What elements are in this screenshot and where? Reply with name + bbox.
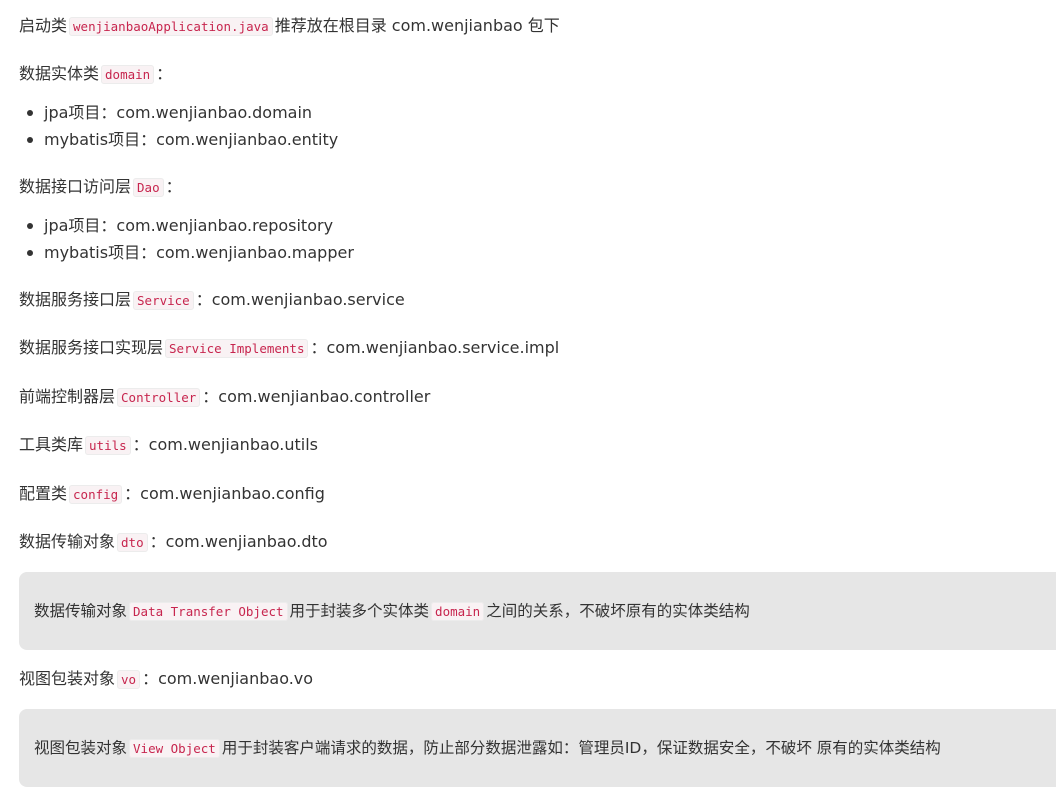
config-code: config xyxy=(69,485,123,504)
dao-list: jpa项目：com.wenjianbao.repository mybatis项… xyxy=(19,212,354,266)
vo-blockquote: 视图包装对象 View Object 用于封装客户端请求的数据，防止部分数据泄露如：… xyxy=(19,709,1056,787)
dto-code: dto xyxy=(117,533,148,552)
list-item: mybatis项目：com.wenjianbao.entity xyxy=(19,126,338,153)
controller-code: Controller xyxy=(117,388,201,407)
bullet-icon xyxy=(27,250,33,256)
dto-quote-text: 数据传输对象 Data Transfer Object 用于封装多个实体类 domai… xyxy=(34,602,750,621)
controller-paragraph: 前端控制器层 Controller ：com.wenjianbao.controll… xyxy=(19,387,431,407)
service-paragraph: 数据服务接口层 Service ：com.wenjianbao.service xyxy=(19,290,405,310)
vo-quote-code: View Object xyxy=(129,739,220,758)
vo-paragraph: 视图包装对象 vo ：com.wenjianbao.vo xyxy=(19,669,314,689)
dao-suffix: ： xyxy=(165,177,182,196)
entity-code: domain xyxy=(101,65,155,84)
startup-suffix: 推荐放在根目录 com.wenjianbao 包下 xyxy=(274,16,560,35)
list-item: jpa项目：com.wenjianbao.domain xyxy=(19,99,338,126)
config-paragraph: 配置类 config ：com.wenjianbao.config xyxy=(19,484,325,504)
startup-class-paragraph: 启动类 wenjianbaoApplication.java 推荐放在根目录 com… xyxy=(19,14,560,38)
entity-prefix: 数据实体类 xyxy=(19,64,100,83)
dto-quote-domain-code: domain xyxy=(431,602,485,621)
vo-quote-text: 视图包装对象 View Object 用于封装客户端请求的数据，防止部分数据泄露如：… xyxy=(34,739,941,758)
dto-quote-code: Data Transfer Object xyxy=(129,602,288,621)
bullet-icon xyxy=(27,223,33,229)
utils-paragraph: 工具类库 utils ：com.wenjianbao.utils xyxy=(19,435,319,455)
dao-prefix: 数据接口访问层 xyxy=(19,177,132,196)
startup-code: wenjianbaoApplication.java xyxy=(69,17,273,36)
service-impl-code: Service Implements xyxy=(165,339,309,358)
startup-prefix: 启动类 xyxy=(19,16,68,35)
service-impl-paragraph: 数据服务接口实现层 Service Implements ：com.wenjianb… xyxy=(19,338,560,358)
dto-blockquote: 数据传输对象 Data Transfer Object 用于封装多个实体类 domai… xyxy=(19,572,1056,650)
dao-code: Dao xyxy=(133,178,164,197)
service-code: Service xyxy=(133,291,194,310)
bullet-icon xyxy=(27,137,33,143)
dao-paragraph: 数据接口访问层 Dao： xyxy=(19,175,182,199)
bullet-icon xyxy=(27,110,33,116)
utils-code: utils xyxy=(85,436,131,455)
entity-suffix: ： xyxy=(156,64,173,83)
list-item: jpa项目：com.wenjianbao.repository xyxy=(19,212,354,239)
dto-paragraph: 数据传输对象 dto ：com.wenjianbao.dto xyxy=(19,532,328,552)
entity-paragraph: 数据实体类 domain： xyxy=(19,62,172,86)
list-item: mybatis项目：com.wenjianbao.mapper xyxy=(19,239,354,266)
entity-list: jpa项目：com.wenjianbao.domain mybatis项目：co… xyxy=(19,99,338,153)
vo-code: vo xyxy=(117,670,141,689)
